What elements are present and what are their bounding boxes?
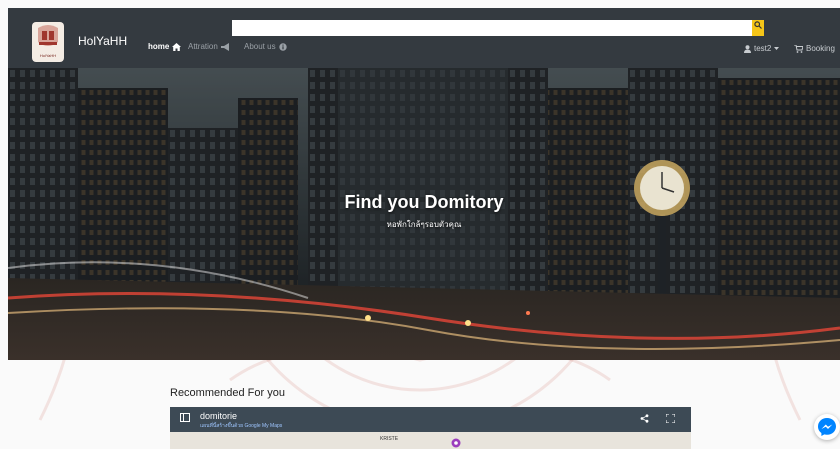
search-button[interactable] (752, 20, 764, 36)
user-menu[interactable]: test2 (744, 44, 780, 53)
home-icon (172, 42, 182, 51)
city-photo (8, 68, 840, 360)
map-title[interactable]: domitorie (200, 411, 237, 421)
hero-subtitle: หอพักใกล้ๆรอบตัวคุณ (386, 220, 462, 229)
map-description: แผนที่นี้สร้างขึ้นด้วย Google My Maps (200, 423, 283, 429)
recommended-heading: Recommended For you (170, 387, 285, 399)
brand-logo[interactable]: HolYaHH (32, 22, 64, 62)
top-navbar: HolYaHH HolYaHH home Attration About us … (8, 8, 840, 68)
booking-link[interactable]: Booking (794, 44, 835, 53)
search-input[interactable] (232, 20, 752, 36)
user-name: test2 (754, 44, 772, 53)
messenger-chat-button[interactable] (814, 414, 840, 440)
nav-home-label: home (148, 42, 170, 51)
user-icon (744, 44, 751, 53)
map-header: domitorie แผนที่นี้สร้างขึ้นด้วย Google … (170, 407, 691, 432)
map-pin-icon[interactable] (451, 438, 461, 448)
map-menu-icon[interactable] (180, 413, 190, 422)
megaphone-icon (220, 42, 229, 51)
nav-attraction-label: Attration (188, 42, 218, 51)
search-icon (754, 21, 762, 29)
nav-about[interactable]: About us (244, 42, 287, 51)
fullscreen-icon[interactable] (666, 414, 675, 423)
nav-about-label: About us (244, 42, 276, 51)
info-icon (278, 42, 287, 51)
embedded-map[interactable]: domitorie แผนที่นี้สร้างขึ้นด้วย Google … (170, 407, 691, 449)
brand-name[interactable]: HolYaHH (78, 34, 127, 48)
booking-label: Booking (806, 44, 835, 53)
messenger-icon (818, 418, 836, 436)
hero-banner: Find you Domitory หอพักใกล้ๆรอบตัวคุณ (8, 68, 840, 360)
hero-title: Find you Domitory (344, 192, 504, 212)
caret-down-icon (774, 46, 780, 50)
share-icon[interactable] (640, 414, 649, 423)
cart-icon (794, 44, 803, 53)
nav-home[interactable]: home (148, 42, 182, 51)
nav-attraction[interactable]: Attration (188, 42, 230, 51)
logo-caption: HolYaHH (39, 53, 57, 58)
map-place-label: KRISTE (380, 436, 399, 442)
